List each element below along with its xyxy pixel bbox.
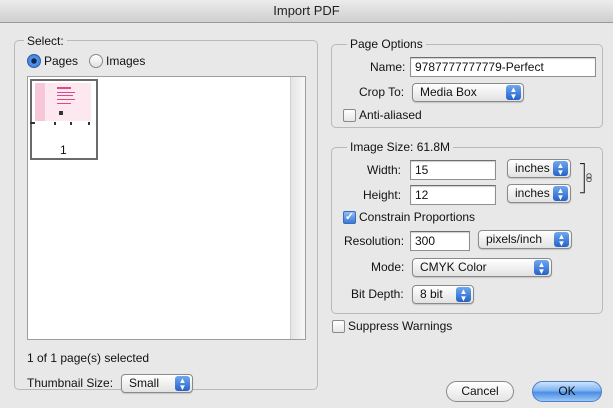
image-size-legend: Image Size: 61.8M (347, 140, 454, 154)
select-legend: Select: (24, 34, 67, 48)
height-unit-value: inches (515, 186, 550, 200)
width-label: Width: (367, 163, 402, 177)
page-preview (35, 83, 91, 121)
height-field[interactable]: 12 (410, 185, 496, 205)
updown-arrows-icon: ▲ ▼ (553, 186, 568, 202)
crop-to-value: Media Box (420, 85, 477, 99)
thumbnail-list[interactable]: 1 (27, 76, 306, 340)
pages-radio[interactable] (27, 54, 41, 68)
height-unit-popup[interactable]: inches ▲ ▼ (507, 184, 571, 203)
crop-to-popup[interactable]: Media Box ▲ ▼ (412, 83, 524, 102)
page-marks (30, 122, 90, 125)
updown-arrows-icon: ▲ ▼ (553, 161, 568, 177)
width-unit-value: inches (515, 161, 550, 175)
mode-popup[interactable]: CMYK Color ▲ ▼ (412, 258, 552, 277)
page-options-legend: Page Options (347, 37, 426, 51)
resolution-unit-popup[interactable]: pixels/inch ▲ ▼ (478, 230, 572, 249)
name-field[interactable]: 9787777777779-Perfect (410, 57, 596, 77)
resolution-unit-value: pixels/inch (486, 232, 543, 246)
suppress-warnings-checkbox[interactable] (332, 320, 345, 333)
updown-arrows-icon: ▲ ▼ (534, 260, 549, 276)
constrain-proportions-checkbox[interactable]: ✓ (343, 211, 356, 224)
crop-to-label: Crop To: (359, 85, 405, 99)
suppress-warnings-label[interactable]: Suppress Warnings (348, 318, 452, 334)
chain-link-icon[interactable] (580, 160, 592, 198)
pages-radio-label[interactable]: Pages (44, 53, 78, 69)
thumbnail-page-number: 1 (60, 143, 67, 157)
page-preview-graphic (35, 83, 75, 121)
updown-arrows-icon: ▲ ▼ (554, 232, 569, 248)
thumbnail-size-label: Thumbnail Size: (27, 376, 114, 390)
thumbnail-size-value: Small (129, 376, 160, 390)
anti-aliased-checkbox[interactable] (343, 109, 356, 122)
images-radio[interactable] (89, 54, 103, 68)
cancel-button[interactable]: Cancel (446, 381, 514, 402)
updown-arrows-icon: ▲ ▼ (175, 376, 190, 392)
updown-arrows-icon: ▲ ▼ (456, 287, 471, 303)
window-title: Import PDF (0, 0, 613, 23)
import-pdf-dialog: Import PDF Select: Pages Images 1 1 of 1… (0, 0, 613, 408)
name-label: Name: (370, 60, 406, 74)
resolution-field[interactable]: 300 (410, 231, 470, 251)
bit-depth-popup[interactable]: 8 bit ▲ ▼ (412, 285, 474, 304)
thumbnail-scrollbar[interactable] (290, 77, 305, 339)
resolution-label: Resolution: (344, 234, 405, 248)
mode-value: CMYK Color (420, 260, 487, 274)
constrain-proportions-label[interactable]: Constrain Proportions (359, 209, 475, 225)
page-thumbnail[interactable]: 1 (30, 79, 98, 160)
bit-depth-label: Bit Depth: (351, 287, 404, 301)
height-label: Height: (363, 188, 402, 202)
ok-button[interactable]: OK (532, 381, 602, 402)
bit-depth-value: 8 bit (420, 287, 443, 301)
width-unit-popup[interactable]: inches ▲ ▼ (507, 159, 571, 178)
images-radio-label[interactable]: Images (106, 53, 145, 69)
width-field[interactable]: 15 (410, 160, 496, 180)
thumbnail-size-popup[interactable]: Small ▲ ▼ (121, 374, 193, 393)
anti-aliased-label[interactable]: Anti-aliased (359, 107, 422, 123)
selection-status: 1 of 1 page(s) selected (27, 351, 150, 365)
updown-arrows-icon: ▲ ▼ (506, 85, 521, 101)
mode-label: Mode: (371, 260, 405, 274)
